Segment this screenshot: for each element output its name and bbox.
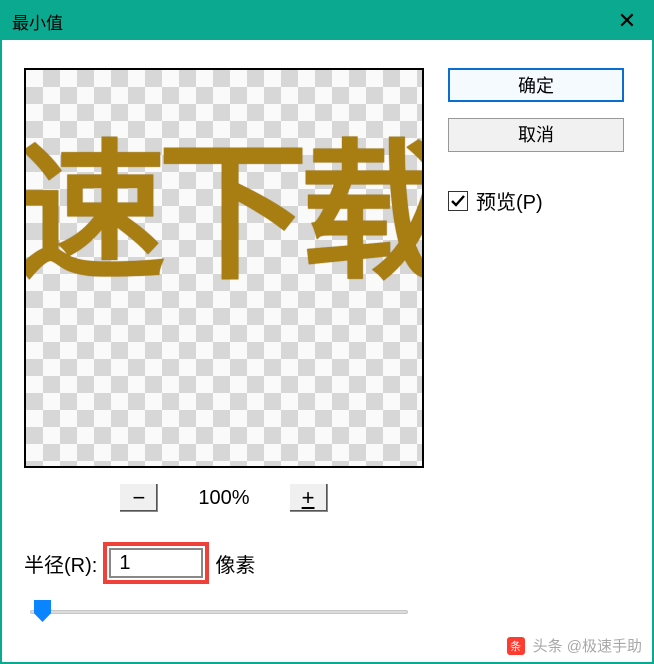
preview-checkbox[interactable]: [448, 191, 468, 211]
dialog-title: 最小值: [12, 9, 63, 34]
radius-label: 半径(R):: [24, 549, 97, 578]
close-icon: ✕: [618, 8, 636, 34]
minimum-filter-dialog: 最小值 ✕ 速下载 100% 半径(R): 像素: [0, 0, 654, 664]
preview-checkbox-label: 预览(P): [476, 186, 543, 215]
radius-input[interactable]: [109, 548, 203, 578]
zoom-controls: 100%: [24, 478, 424, 518]
right-panel: 确定 取消 预览(P): [448, 68, 624, 626]
close-button[interactable]: ✕: [602, 2, 652, 40]
preview-checkbox-row: 预览(P): [448, 186, 624, 215]
radius-unit: 像素: [215, 549, 255, 578]
slider-thumb[interactable]: [34, 600, 51, 622]
dialog-body: 速下载 100% 半径(R): 像素 确定 取消: [2, 40, 652, 646]
watermark: 条 头条 @极速手助: [507, 635, 642, 656]
radius-input-highlight: [103, 542, 209, 584]
cancel-button[interactable]: 取消: [448, 118, 624, 152]
preview-sample-text: 速下载: [24, 138, 424, 288]
watermark-text: 头条 @极速手助: [533, 635, 642, 656]
watermark-logo-icon: 条: [507, 637, 525, 655]
slider-track: [30, 610, 408, 614]
titlebar[interactable]: 最小值 ✕: [2, 2, 652, 40]
left-panel: 速下载 100% 半径(R): 像素: [24, 68, 424, 626]
radius-row: 半径(R): 像素: [24, 542, 424, 584]
radius-slider[interactable]: [24, 598, 414, 626]
checkmark-icon: [450, 193, 466, 209]
zoom-in-button[interactable]: [290, 484, 328, 512]
preview-area[interactable]: 速下载: [24, 68, 424, 468]
zoom-value: 100%: [198, 487, 249, 510]
zoom-out-button[interactable]: [120, 484, 158, 512]
ok-button[interactable]: 确定: [448, 68, 624, 102]
